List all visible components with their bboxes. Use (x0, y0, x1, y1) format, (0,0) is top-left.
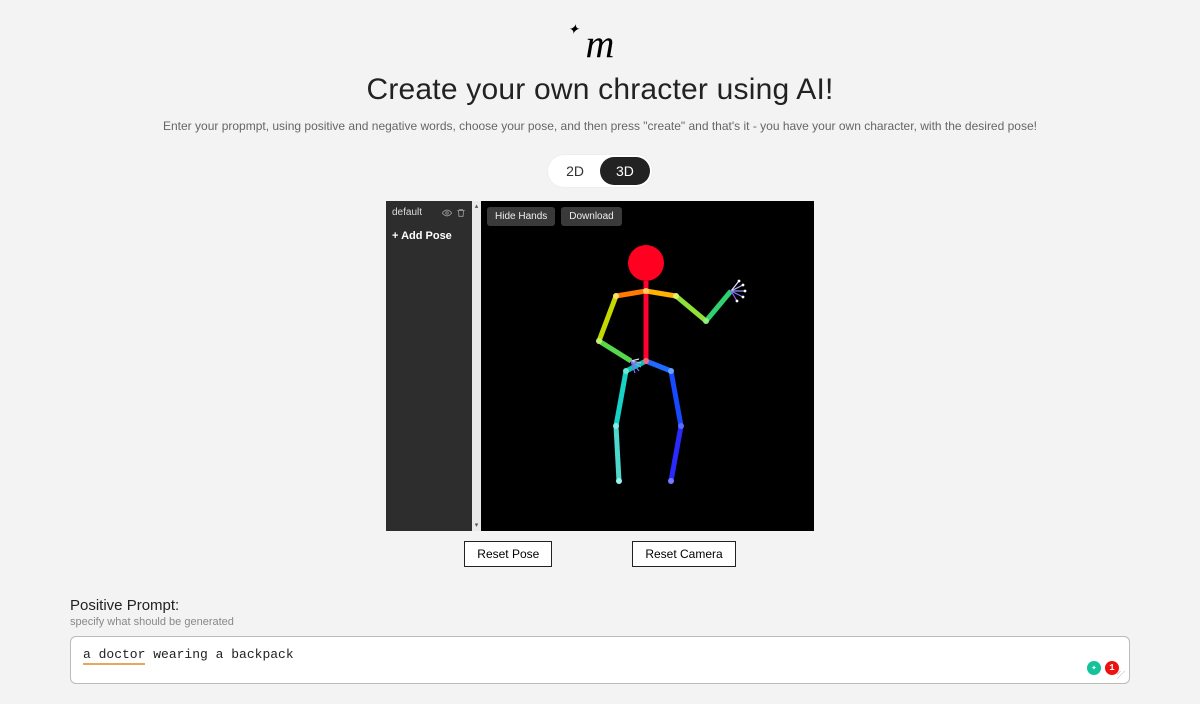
sparkle-icon: ✦ (568, 22, 580, 39)
scroll-up-icon[interactable]: ▴ (475, 203, 479, 210)
sidebar-scrollbar[interactable]: ▴ ▾ (472, 201, 481, 531)
toggle-2d[interactable]: 2D (550, 157, 600, 185)
reset-camera-button[interactable]: Reset Camera (632, 541, 735, 567)
positive-prompt-input[interactable]: a doctor wearing a backpack ✦ 1 (70, 636, 1130, 684)
pose-editor: default + Add Pose ▴ ▾ Hide Hands Downlo… (386, 201, 814, 531)
page-subtitle: Enter your propmpt, using positive and n… (150, 119, 1050, 133)
grammarly-icon[interactable]: ✦ (1087, 661, 1101, 675)
pose-list-item[interactable]: default (386, 201, 472, 224)
grammar-badge[interactable]: ✦ 1 (1087, 661, 1119, 675)
toggle-3d[interactable]: 3D (600, 157, 650, 185)
pose-sidebar: default + Add Pose (386, 201, 472, 531)
add-pose-button[interactable]: + Add Pose (386, 224, 472, 252)
prompt-text-rest: wearing a backpack (145, 647, 293, 662)
reset-pose-button[interactable]: Reset Pose (464, 541, 552, 567)
dimension-toggle: 2D 3D (548, 155, 652, 187)
textarea-resize-handle[interactable] (1117, 671, 1127, 681)
trash-icon[interactable] (456, 208, 466, 218)
eye-icon[interactable] (442, 208, 452, 218)
positive-prompt-hint: specify what should be generated (70, 616, 1130, 628)
skeleton-figure[interactable] (481, 201, 814, 531)
positive-prompt-label: Positive Prompt: (70, 597, 1130, 614)
scroll-down-icon[interactable]: ▾ (475, 522, 479, 529)
pose-viewport[interactable]: Hide Hands Download (481, 201, 814, 531)
logo-text: m (586, 21, 615, 66)
page-title: Create your own chracter using AI! (0, 73, 1200, 107)
logo: ✦m (0, 20, 1200, 67)
pose-name-label: default (392, 207, 438, 218)
prompt-text-underlined: a doctor (83, 647, 145, 665)
